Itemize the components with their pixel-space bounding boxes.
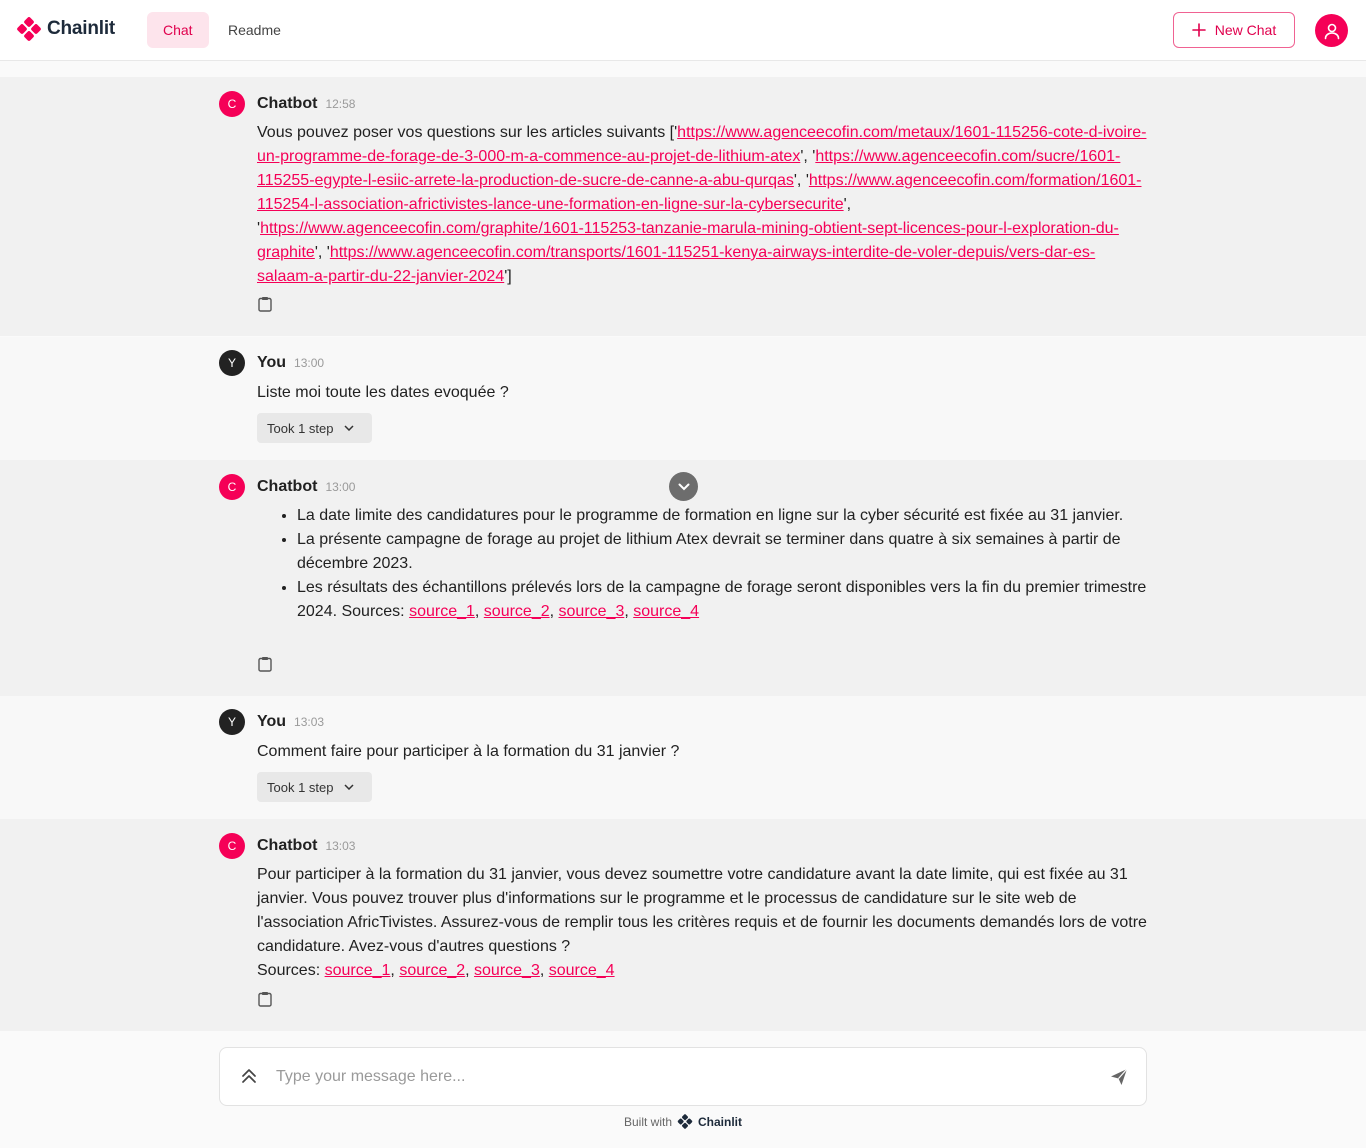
avatar: C bbox=[219, 833, 245, 859]
message-user: Y You 13:03 Comment faire pour participe… bbox=[0, 696, 1366, 819]
message-text: Vous pouvez poser vos questions sur les … bbox=[257, 124, 675, 141]
message-content: La date limite des candidatures pour le … bbox=[257, 504, 1147, 624]
source-link[interactable]: source_2 bbox=[484, 603, 550, 620]
message-header: C Chatbot 12:58 bbox=[219, 91, 355, 117]
message-user: Y You 13:00 Liste moi toute les dates ev… bbox=[0, 337, 1366, 460]
article-link[interactable]: https://www.agenceecofin.com/transports/… bbox=[257, 244, 1095, 285]
clipboard-icon[interactable] bbox=[258, 991, 272, 1007]
message-header: Y You 13:03 bbox=[219, 709, 324, 735]
message-header: C Chatbot 13:00 bbox=[219, 474, 355, 500]
message-composer bbox=[219, 1047, 1147, 1106]
message-content: Pour participer à la formation du 31 jan… bbox=[257, 863, 1147, 983]
built-with-text: Built with bbox=[623, 1114, 673, 1129]
step-toggle[interactable]: Took 1 step bbox=[257, 772, 372, 802]
message-header: C Chatbot 13:03 bbox=[219, 833, 355, 859]
sources-label: Sources: bbox=[257, 962, 325, 979]
tab-chat[interactable]: Chat bbox=[147, 12, 209, 48]
source-link[interactable]: source_3 bbox=[474, 962, 540, 979]
author-name: Chatbot bbox=[257, 478, 318, 495]
chevron-down-icon bbox=[343, 425, 354, 431]
source-link[interactable]: source_2 bbox=[399, 962, 465, 979]
expand-up-icon[interactable] bbox=[240, 1067, 258, 1085]
app-logo[interactable]: Chainlit bbox=[16, 17, 115, 41]
timestamp: 13:03 bbox=[325, 839, 356, 853]
user-menu-button[interactable] bbox=[1315, 14, 1348, 47]
chevron-down-icon bbox=[678, 483, 689, 490]
source-link[interactable]: source_3 bbox=[559, 603, 625, 620]
app-name: Chainlit bbox=[47, 18, 116, 39]
avatar: Y bbox=[219, 350, 245, 376]
timestamp: 13:00 bbox=[294, 356, 325, 370]
source-link[interactable]: source_1 bbox=[409, 603, 475, 620]
list-item: La date limite des candidatures pour le … bbox=[297, 504, 1147, 528]
clipboard-icon[interactable] bbox=[258, 656, 272, 672]
avatar: Y bbox=[219, 709, 245, 735]
step-toggle[interactable]: Took 1 step bbox=[257, 413, 372, 443]
message-input[interactable] bbox=[276, 1064, 1096, 1090]
list-item: Les résultats des échantillons prélevés … bbox=[297, 576, 1147, 624]
author-name: You bbox=[257, 354, 287, 371]
author-name: Chatbot bbox=[257, 95, 318, 112]
message-header: Y You 13:00 bbox=[219, 350, 324, 376]
new-chat-label: New Chat bbox=[1214, 22, 1277, 38]
author-name: You bbox=[257, 713, 287, 730]
user-icon bbox=[1324, 23, 1339, 39]
message-text: Liste moi toute les dates evoquée ? bbox=[257, 384, 509, 401]
message-text: Comment faire pour participer à la forma… bbox=[257, 743, 680, 760]
message-content: Vous pouvez poser vos questions sur les … bbox=[257, 124, 1147, 285]
clipboard-icon[interactable] bbox=[258, 296, 272, 312]
sources-line: Sources: source_1, source_2, source_3, s… bbox=[257, 962, 615, 979]
list-item: La présente campagne de forage au projet… bbox=[297, 528, 1147, 576]
tab-readme[interactable]: Readme bbox=[212, 12, 297, 48]
chevron-down-icon bbox=[343, 784, 354, 790]
source-link[interactable]: source_4 bbox=[549, 962, 615, 979]
author-name: Chatbot bbox=[257, 837, 318, 854]
send-icon[interactable] bbox=[1109, 1067, 1129, 1087]
chainlit-logo-icon bbox=[677, 1114, 693, 1129]
footer: Built with Chainlit bbox=[0, 1114, 1366, 1129]
header: Chainlit Chat Readme New Chat bbox=[0, 0, 1366, 61]
chainlit-logo-icon bbox=[17, 17, 41, 41]
footer-brand[interactable]: Chainlit bbox=[698, 1115, 742, 1129]
plus-icon bbox=[1191, 23, 1206, 37]
scroll-to-bottom-button[interactable] bbox=[669, 472, 698, 501]
timestamp: 13:03 bbox=[294, 715, 325, 729]
source-link[interactable]: source_4 bbox=[633, 603, 699, 620]
step-label: Took 1 step bbox=[267, 779, 334, 795]
new-chat-button[interactable]: New Chat bbox=[1173, 12, 1295, 48]
message-chatbot: C Chatbot 13:03 Pour participer à la for… bbox=[0, 819, 1366, 1031]
date-list: La date limite des candidatures pour le … bbox=[257, 504, 1147, 624]
message-text: Pour participer à la formation du 31 jan… bbox=[257, 866, 1147, 955]
avatar: C bbox=[219, 474, 245, 500]
timestamp: 13:00 bbox=[325, 480, 356, 494]
step-label: Took 1 step bbox=[267, 420, 334, 436]
timestamp: 12:58 bbox=[325, 97, 356, 111]
message-chatbot: C Chatbot 12:58 Vous pouvez poser vos qu… bbox=[0, 77, 1366, 336]
avatar: C bbox=[219, 91, 245, 117]
source-link[interactable]: source_1 bbox=[325, 962, 391, 979]
